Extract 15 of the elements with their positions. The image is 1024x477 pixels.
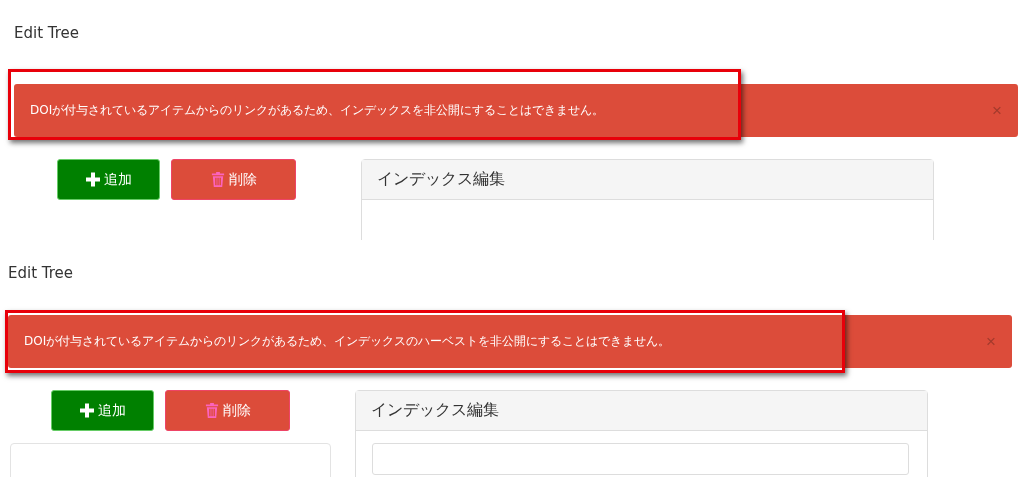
trash-icon [204, 403, 219, 418]
panel-title: インデックス編集 [362, 160, 933, 200]
trash-icon [210, 172, 225, 187]
alert-message: DOIが付与されているアイテムからのリンクがあるため、インデックスのハーベストを非公開にすることはできません。 [24, 333, 671, 350]
alert-message: DOIが付与されているアイテムからのリンクがあるため、インデックスを非公開にすることはできません。 [30, 102, 605, 119]
input-field[interactable] [372, 443, 909, 475]
plus-icon [85, 172, 100, 187]
page-title: Edit Tree [8, 264, 75, 284]
add-button[interactable]: 追加 [57, 159, 160, 200]
delete-button[interactable]: 削除 [165, 390, 290, 431]
panel-title: インデックス編集 [356, 391, 927, 431]
add-button[interactable]: 追加 [51, 390, 154, 431]
plus-icon [79, 403, 94, 418]
page-title: Edit Tree [14, 24, 81, 44]
delete-button[interactable]: 削除 [171, 159, 296, 200]
